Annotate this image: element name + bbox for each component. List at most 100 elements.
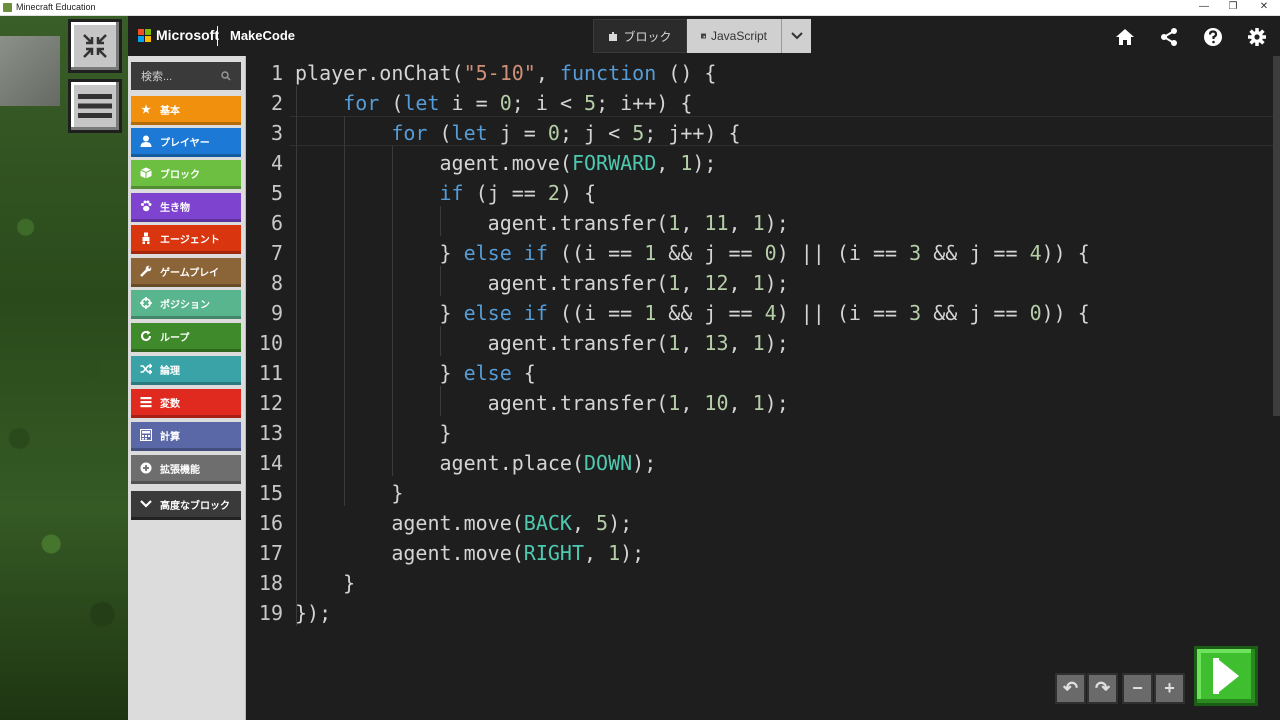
line-number: 19 bbox=[258, 601, 283, 625]
code-text[interactable]: agent.transfer(1, 11, 1); bbox=[295, 208, 789, 238]
vertical-scrollbar[interactable] bbox=[1273, 56, 1280, 416]
category-extensions[interactable]: 拡張機能 bbox=[131, 455, 241, 484]
category-agent[interactable]: エージェント bbox=[131, 225, 241, 254]
microsoft-brand: Microsoft bbox=[156, 27, 219, 43]
category-gameplay[interactable]: ゲームプレイ bbox=[131, 258, 241, 287]
zoom-out-button[interactable]: − bbox=[1122, 673, 1153, 704]
category-basic[interactable]: ★ 基本 bbox=[131, 96, 241, 125]
blocks-mode-button[interactable]: ブロック bbox=[593, 19, 687, 53]
wrench-icon bbox=[139, 264, 153, 278]
hamburger-icon bbox=[78, 94, 112, 118]
code-text[interactable]: } else if ((i == 1 && j == 4) || (i == 3… bbox=[295, 298, 1089, 328]
minecraft-app-icon bbox=[3, 3, 12, 12]
code-text[interactable]: } bbox=[295, 478, 403, 508]
code-text[interactable]: agent.place(DOWN); bbox=[295, 448, 656, 478]
line-number: 7 bbox=[270, 241, 283, 265]
language-dropdown-button[interactable] bbox=[781, 19, 811, 53]
undo-button[interactable]: ↶ bbox=[1055, 673, 1086, 704]
category-variables[interactable]: 変数 bbox=[131, 389, 241, 418]
redo-button[interactable]: ↷ bbox=[1087, 673, 1118, 704]
code-text[interactable]: agent.move(FORWARD, 1); bbox=[295, 148, 716, 178]
code-text[interactable]: } bbox=[295, 568, 355, 598]
undo-icon: ↶ bbox=[1062, 678, 1079, 698]
line-number: 3 bbox=[270, 121, 283, 145]
restore-button[interactable]: ❐ bbox=[1219, 0, 1247, 15]
settings-button[interactable] bbox=[1246, 26, 1268, 48]
category-label: ブロック bbox=[160, 169, 200, 181]
makecode-brand: MakeCode bbox=[230, 28, 296, 43]
category-math[interactable]: 計算 bbox=[131, 422, 241, 451]
line-number: 17 bbox=[258, 541, 283, 565]
line-number: 16 bbox=[258, 511, 283, 535]
category-label: 変数 bbox=[160, 398, 180, 410]
blocks-mode-label: ブロック bbox=[623, 29, 672, 44]
zoom-in-button[interactable]: + bbox=[1154, 673, 1185, 704]
advanced-blocks-toggle[interactable]: 高度なブロック bbox=[131, 491, 241, 520]
category-label: プレイヤー bbox=[160, 137, 210, 149]
top-header: Microsoft MakeCode ブロック JavaScript bbox=[128, 16, 1280, 56]
category-player[interactable]: プレイヤー bbox=[131, 128, 241, 157]
category-positions[interactable]: ポジション bbox=[131, 290, 241, 319]
code-editor[interactable]: 1 player.onChat("5-10", function () {2 fo… bbox=[246, 56, 1280, 720]
menu-button[interactable] bbox=[68, 79, 122, 133]
search-placeholder: 検索... bbox=[141, 71, 173, 83]
plus-circle-icon bbox=[139, 461, 153, 475]
code-text[interactable]: agent.transfer(1, 12, 1); bbox=[295, 268, 789, 298]
crosshair-icon bbox=[139, 296, 153, 310]
plus-icon: + bbox=[1164, 678, 1175, 698]
close-window-button[interactable]: ✕ bbox=[1250, 0, 1278, 15]
line-number: 6 bbox=[270, 211, 283, 235]
category-logic[interactable]: 論理 bbox=[131, 356, 241, 385]
home-icon bbox=[1116, 29, 1134, 45]
run-code-button[interactable] bbox=[1194, 646, 1258, 706]
code-text[interactable]: agent.transfer(1, 13, 1); bbox=[295, 328, 789, 358]
line-number: 18 bbox=[258, 571, 283, 595]
code-text[interactable]: agent.move(RIGHT, 1); bbox=[295, 538, 644, 568]
code-text[interactable]: } else if ((i == 1 && j == 0) || (i == 3… bbox=[295, 238, 1089, 268]
javascript-mode-label: JavaScript bbox=[710, 29, 767, 43]
help-button[interactable] bbox=[1202, 26, 1224, 48]
code-text[interactable]: player.onChat("5-10", function () { bbox=[295, 58, 716, 88]
calculator-icon bbox=[139, 428, 153, 442]
play-icon bbox=[1213, 658, 1239, 694]
line-number: 4 bbox=[270, 151, 283, 175]
gear-icon bbox=[1248, 28, 1266, 46]
share-button[interactable] bbox=[1158, 26, 1180, 48]
line-number: 13 bbox=[258, 421, 283, 445]
redo-icon: ↷ bbox=[1094, 678, 1111, 698]
code-text[interactable]: } else { bbox=[295, 358, 535, 388]
code-text[interactable]: if (j == 2) { bbox=[295, 178, 597, 208]
code-text[interactable]: agent.move(BACK, 5); bbox=[295, 508, 632, 538]
line-number: 10 bbox=[258, 331, 283, 355]
javascript-mode-button[interactable]: JavaScript bbox=[687, 19, 781, 53]
line-number: 14 bbox=[258, 451, 283, 475]
code-text[interactable]: agent.transfer(1, 10, 1); bbox=[295, 388, 789, 418]
category-label: 基本 bbox=[160, 105, 180, 117]
line-number: 12 bbox=[258, 391, 283, 415]
category-loops[interactable]: ループ bbox=[131, 323, 241, 352]
category-mobs[interactable]: 生き物 bbox=[131, 193, 241, 222]
code-text[interactable]: for (let j = 0; j < 5; j++) { bbox=[295, 118, 740, 148]
line-number: 11 bbox=[258, 361, 283, 385]
category-label: 生き物 bbox=[160, 202, 190, 214]
exit-code-builder-button[interactable] bbox=[68, 19, 122, 73]
help-icon bbox=[1204, 28, 1222, 46]
block-icon bbox=[139, 166, 153, 180]
brand-divider bbox=[217, 26, 218, 46]
category-label: ポジション bbox=[160, 299, 210, 311]
minimize-button[interactable]: — bbox=[1190, 0, 1218, 15]
code-text[interactable]: } bbox=[295, 418, 451, 448]
window-titlebar: Minecraft Education — ❐ ✕ bbox=[0, 0, 1280, 16]
star-icon: ★ bbox=[141, 103, 151, 116]
code-text[interactable]: }); bbox=[295, 598, 331, 628]
list-icon bbox=[139, 395, 153, 409]
agent-icon bbox=[139, 231, 153, 245]
home-button[interactable] bbox=[1114, 26, 1136, 48]
category-blocks[interactable]: ブロック bbox=[131, 160, 241, 189]
chevron-down-icon bbox=[790, 32, 803, 40]
category-label: ゲームプレイ bbox=[160, 267, 220, 279]
player-icon bbox=[139, 134, 153, 148]
toolbox-search-input[interactable]: 検索... bbox=[131, 62, 241, 90]
code-text[interactable]: for (let i = 0; i < 5; i++) { bbox=[295, 88, 692, 118]
search-icon bbox=[221, 71, 231, 81]
